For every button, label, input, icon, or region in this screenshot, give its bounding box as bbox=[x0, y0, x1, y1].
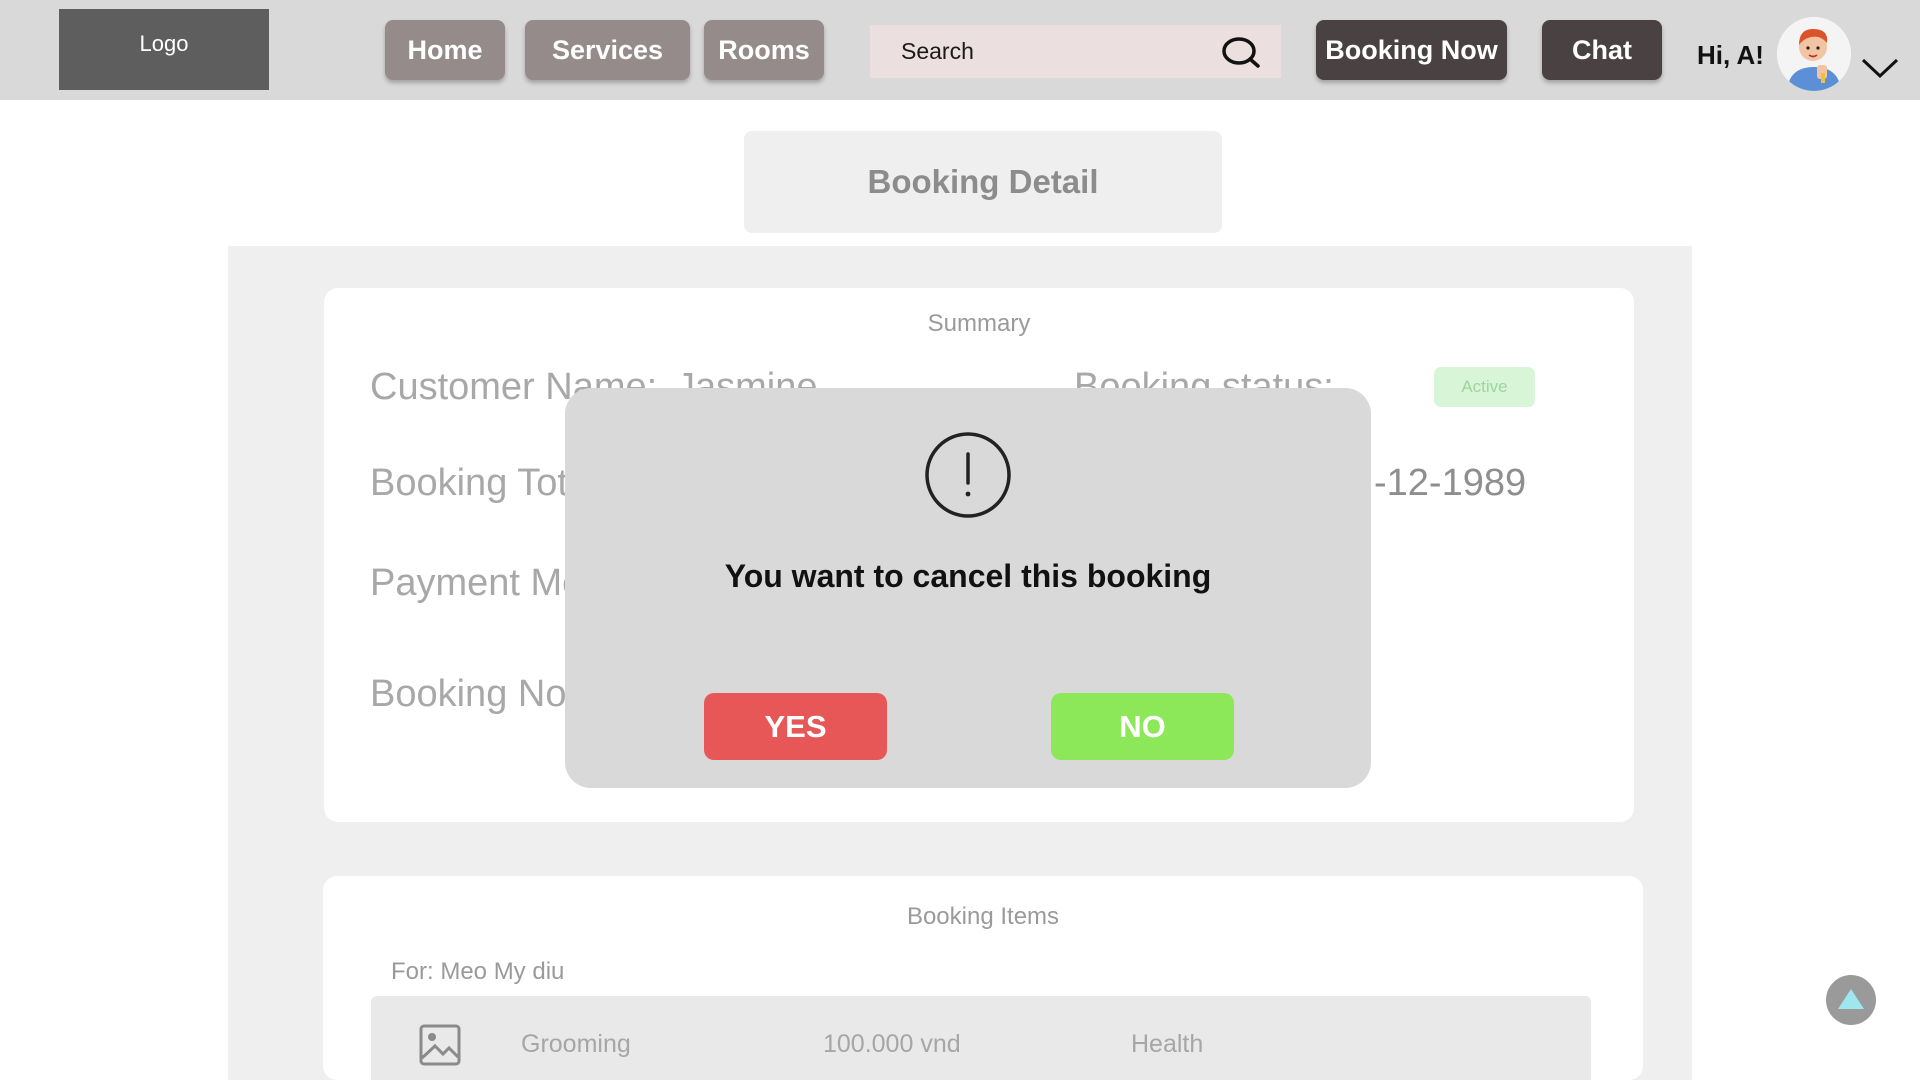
nav-services-button[interactable]: Services bbox=[525, 20, 690, 80]
booking-items-title: Booking Items bbox=[906, 903, 1060, 930]
booking-note-label: Booking Note bbox=[370, 673, 599, 715]
arrow-up-icon bbox=[1838, 989, 1864, 1009]
scroll-top-button[interactable] bbox=[1826, 975, 1876, 1025]
avatar[interactable] bbox=[1777, 17, 1851, 91]
cancel-booking-dialog: You want to cancel this booking YES NO bbox=[565, 388, 1371, 788]
logo[interactable]: Logo bbox=[59, 9, 269, 90]
item-service-name: Grooming bbox=[521, 1030, 631, 1058]
nav-home-button[interactable]: Home bbox=[385, 20, 505, 80]
search-icon[interactable] bbox=[1221, 35, 1261, 69]
alert-circle-icon bbox=[925, 432, 1011, 518]
page-title: Booking Detail bbox=[744, 131, 1222, 233]
dialog-message: You want to cancel this booking bbox=[724, 558, 1212, 594]
item-price: 100.000 vnd bbox=[823, 1030, 961, 1058]
search-placeholder: Search bbox=[901, 38, 974, 64]
item-category: Health bbox=[1131, 1030, 1204, 1058]
summary-title: Summary bbox=[927, 310, 1031, 337]
confirm-yes-button[interactable]: YES bbox=[704, 693, 887, 760]
confirm-no-button[interactable]: NO bbox=[1051, 693, 1234, 760]
status-badge: Active bbox=[1434, 367, 1535, 407]
search-input[interactable]: Search bbox=[870, 25, 1281, 78]
booking-date-value: -12-1989 bbox=[1374, 462, 1527, 504]
chat-button[interactable]: Chat bbox=[1542, 20, 1662, 80]
booking-total-label: Booking Total bbox=[370, 462, 598, 504]
booking-items-card: Booking Items For: Meo My diu Grooming 1… bbox=[323, 876, 1643, 1080]
pet-name-label: For: Meo My diu bbox=[391, 958, 565, 985]
avatar-illustration bbox=[1777, 17, 1851, 91]
user-greeting: Hi, A! bbox=[1697, 40, 1764, 70]
chevron-down-icon[interactable] bbox=[1860, 55, 1900, 81]
nav-rooms-button[interactable]: Rooms bbox=[704, 20, 824, 80]
header-bar: Logo Home Services Rooms Search Booking … bbox=[0, 0, 1920, 100]
image-icon bbox=[419, 1024, 461, 1066]
table-row[interactable]: Grooming 100.000 vnd Health bbox=[371, 996, 1591, 1080]
booking-now-button[interactable]: Booking Now bbox=[1316, 20, 1507, 80]
